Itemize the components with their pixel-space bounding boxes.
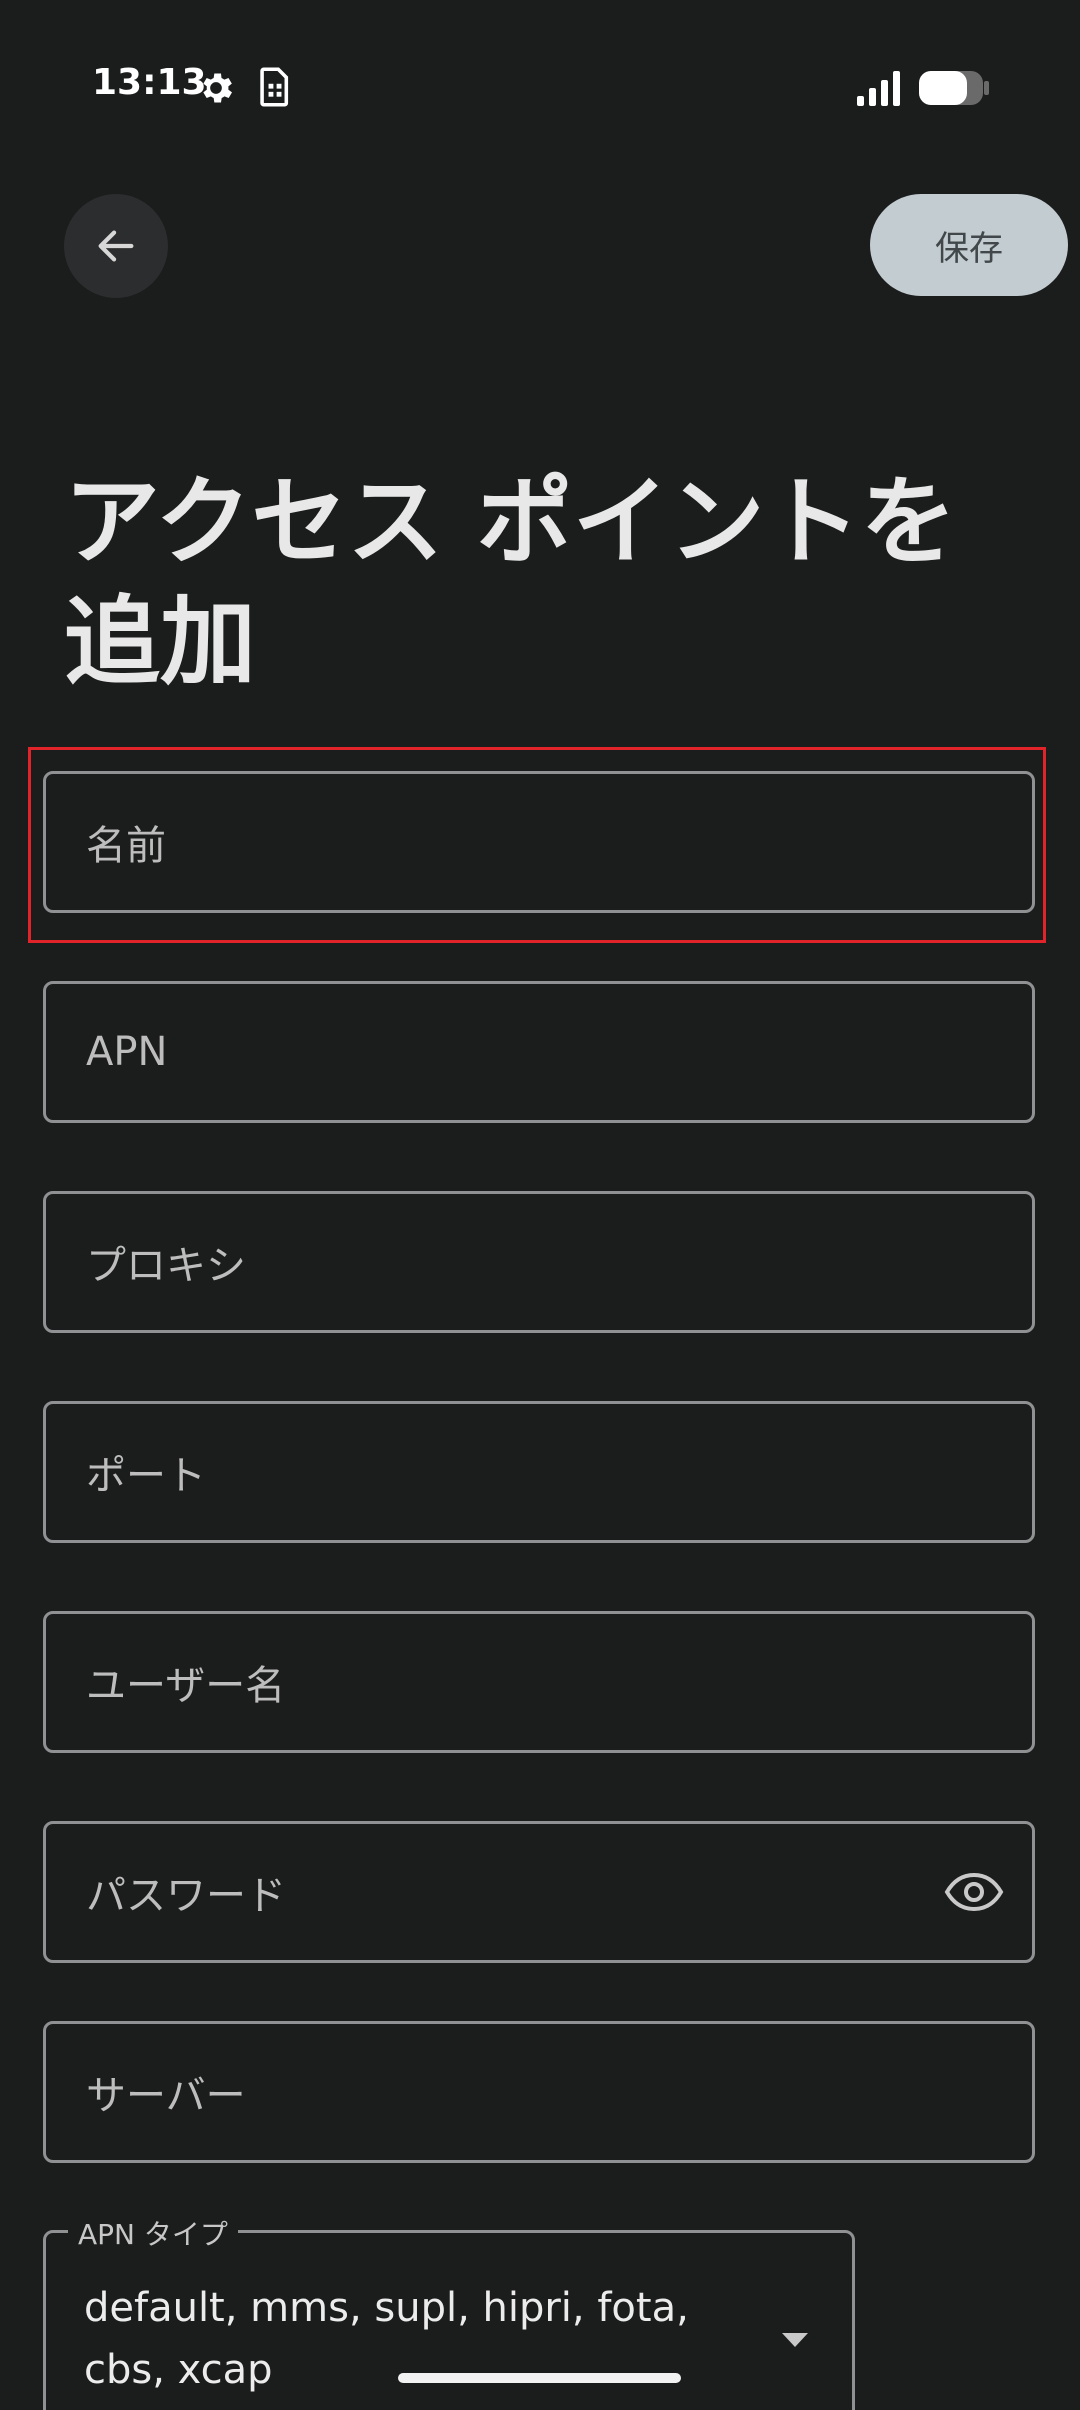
save-button[interactable]: 保存 (870, 194, 1068, 296)
name-field-placeholder: 名前 (86, 823, 166, 869)
username-field-placeholder: ユーザー名 (86, 1663, 286, 1709)
sim-icon (260, 67, 289, 107)
back-button[interactable] (64, 194, 168, 298)
gear-icon (203, 73, 232, 103)
name-field[interactable]: 名前 (43, 771, 1035, 913)
status-time: 13:13 (92, 62, 207, 103)
page-title: アクセス ポイントを 追加 (64, 462, 964, 702)
apn-type-dropdown[interactable]: APN タイプ default, mms, supl, hipri, fota,… (43, 2213, 855, 2410)
username-field[interactable]: ユーザー名 (43, 1611, 1035, 1753)
apn-type-value-line-1: default, mms, supl, hipri, fota, (84, 2285, 689, 2331)
server-field-placeholder: サーバー (86, 2073, 246, 2119)
screen: 13:13 保存 アクセス ポイントを 追加 名前 APN プロキシ ポート ユ… (0, 0, 1080, 2410)
page-title-line-2: 追加 (64, 586, 256, 698)
apn-field[interactable]: APN (43, 981, 1035, 1123)
chevron-down-icon[interactable] (782, 2333, 808, 2347)
proxy-field[interactable]: プロキシ (43, 1191, 1035, 1333)
apn-type-label: APN タイプ (68, 2213, 238, 2253)
password-field[interactable]: パスワード (43, 1821, 1035, 1963)
port-field[interactable]: ポート (43, 1401, 1035, 1543)
password-field-placeholder: パスワード (86, 1873, 286, 1919)
port-field-placeholder: ポート (86, 1453, 206, 1499)
page-title-line-1: アクセス ポイントを (64, 466, 957, 578)
status-bar: 13:13 (0, 0, 1080, 170)
gesture-nav-handle[interactable] (398, 2373, 681, 2383)
signal-icon (857, 71, 900, 106)
apn-type-value-line-2: cbs, xcap (84, 2347, 273, 2393)
battery-icon (919, 71, 989, 105)
arrow-left-icon (98, 230, 134, 262)
proxy-field-placeholder: プロキシ (86, 1243, 246, 1289)
server-field[interactable]: サーバー (43, 2021, 1035, 2163)
eye-icon[interactable] (944, 1872, 1004, 1912)
apn-field-placeholder: APN (86, 1029, 168, 1075)
